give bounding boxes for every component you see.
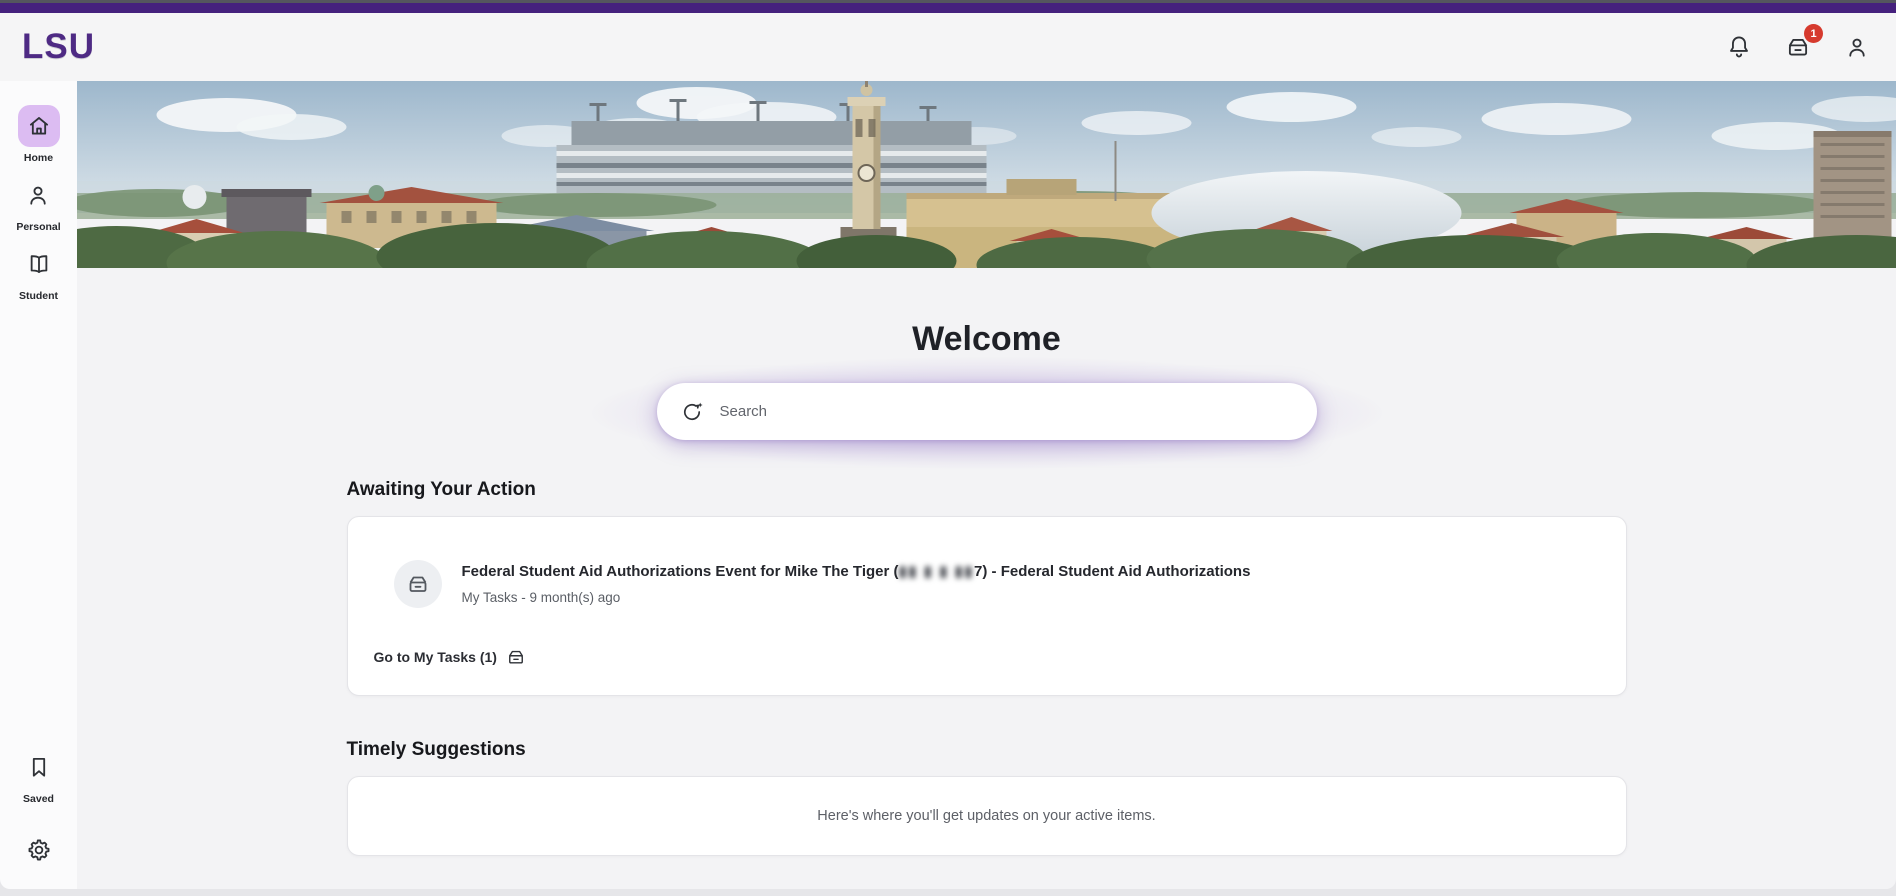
my-tasks-inbox-button[interactable]: 1 [1785, 34, 1811, 60]
search-input[interactable] [720, 403, 1293, 420]
ai-search-icon [681, 400, 705, 424]
home-icon [26, 113, 52, 139]
timely-suggestions-card: Here's where you'll get updates on your … [347, 776, 1627, 856]
student-tile [18, 243, 60, 285]
sidebar-item-home[interactable]: Home [18, 105, 60, 164]
saved-tile [18, 746, 60, 788]
inbox-tray-icon [406, 572, 430, 596]
task-text: Federal Student Aid Authorizations Event… [462, 560, 1251, 605]
page-title: Welcome [347, 320, 1627, 359]
notifications-button[interactable] [1726, 34, 1752, 60]
home-tile [18, 105, 60, 147]
task-title: Federal Student Aid Authorizations Event… [462, 562, 1251, 582]
inbox-badge: 1 [1804, 24, 1823, 43]
inbox-tray-icon [506, 647, 526, 667]
main-area: Welcome Awaiting Your Action [77, 81, 1896, 889]
settings-tile [18, 829, 60, 871]
sidebar-nav: Home Personal Student [0, 81, 77, 889]
sidebar-bottom: Saved [18, 746, 60, 871]
book-icon [26, 251, 52, 277]
sidebar-item-saved[interactable]: Saved [18, 746, 60, 805]
person-icon [1844, 34, 1870, 60]
awaiting-action-card: Federal Student Aid Authorizations Event… [347, 516, 1627, 696]
person-icon [25, 182, 51, 208]
task-meta: My Tasks - 9 month(s) ago [462, 590, 1251, 605]
task-icon-circle [394, 560, 442, 608]
timely-empty-message: Here's where you'll get updates on your … [817, 808, 1155, 824]
profile-button[interactable] [1844, 34, 1870, 60]
task-title-suffix: 7) - Federal Student Aid Authorizations [974, 563, 1250, 580]
sidebar-label-personal: Personal [16, 221, 60, 233]
task-list-item[interactable]: Federal Student Aid Authorizations Event… [348, 517, 1626, 608]
sidebar-label-student: Student [19, 290, 58, 302]
awaiting-your-action-heading: Awaiting Your Action [347, 479, 1627, 501]
sidebar-item-student[interactable]: Student [18, 243, 60, 302]
content-column: Welcome Awaiting Your Action [347, 320, 1627, 856]
campus-hero-banner [77, 81, 1896, 268]
lsu-logo[interactable]: LSU [22, 27, 95, 67]
task-title-redacted-id: ▮▮ ▮ ▮ ▮▮ [899, 562, 975, 582]
sidebar-label-home: Home [24, 152, 53, 164]
go-to-my-tasks-link[interactable]: Go to My Tasks (1) [374, 647, 526, 667]
sidebar-label-saved: Saved [23, 793, 54, 805]
header-actions: 1 [1726, 34, 1870, 60]
gear-icon [26, 837, 52, 863]
search-area [347, 383, 1627, 440]
timely-suggestions-heading: Timely Suggestions [347, 739, 1627, 761]
bookmark-icon [26, 754, 52, 780]
right-tower-shape [1814, 131, 1892, 245]
task-title-prefix: Federal Student Aid Authorizations Event… [462, 563, 899, 580]
search-bar[interactable] [657, 383, 1317, 440]
sidebar-item-personal[interactable]: Personal [16, 174, 60, 233]
brand-color-bar [0, 3, 1896, 13]
app-header: LSU 1 [0, 13, 1896, 81]
campus-hero-image [77, 81, 1896, 268]
bell-icon [1726, 34, 1752, 60]
personal-tile [17, 174, 59, 216]
go-to-my-tasks-label: Go to My Tasks (1) [374, 649, 497, 665]
app-body: Home Personal Student [0, 81, 1896, 889]
settings-button[interactable] [18, 829, 60, 871]
